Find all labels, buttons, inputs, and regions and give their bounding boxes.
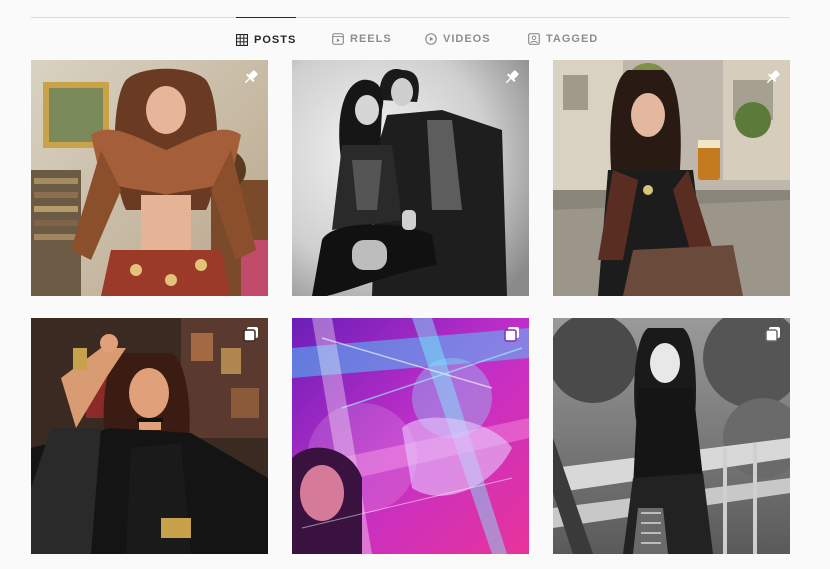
video-icon [425,33,437,45]
tab-videos[interactable]: VIDEOS [425,17,491,61]
post-photo [292,60,529,296]
pin-icon [505,70,519,84]
post-photo [31,60,268,296]
pin-icon [244,70,258,84]
post-tile[interactable] [553,60,790,296]
post-tile[interactable] [31,60,268,296]
tab-posts-label: POSTS [254,34,297,46]
post-photo [292,318,529,554]
pin-icon [766,70,780,84]
post-photo [553,60,790,296]
post-photo [553,318,790,554]
post-photo [31,318,268,554]
post-tile[interactable] [553,318,790,554]
tab-videos-label: VIDEOS [443,33,491,45]
tab-reels[interactable]: REELS [332,17,392,61]
tagged-icon [528,33,540,45]
carousel-icon [243,327,258,342]
grid-icon [235,33,249,47]
carousel-icon [504,327,519,342]
carousel-icon [765,327,780,342]
tab-tagged-label: TAGGED [546,33,599,45]
tab-posts[interactable]: POSTS [235,17,297,62]
post-tile[interactable] [292,60,529,296]
tab-tagged[interactable]: TAGGED [528,17,598,61]
reels-icon [332,33,344,45]
tab-reels-label: REELS [350,33,392,45]
profile-tabs: POSTS REELS VIDEOS TAGGED [0,17,830,61]
post-tile[interactable] [292,318,529,554]
post-tile[interactable] [31,318,268,554]
